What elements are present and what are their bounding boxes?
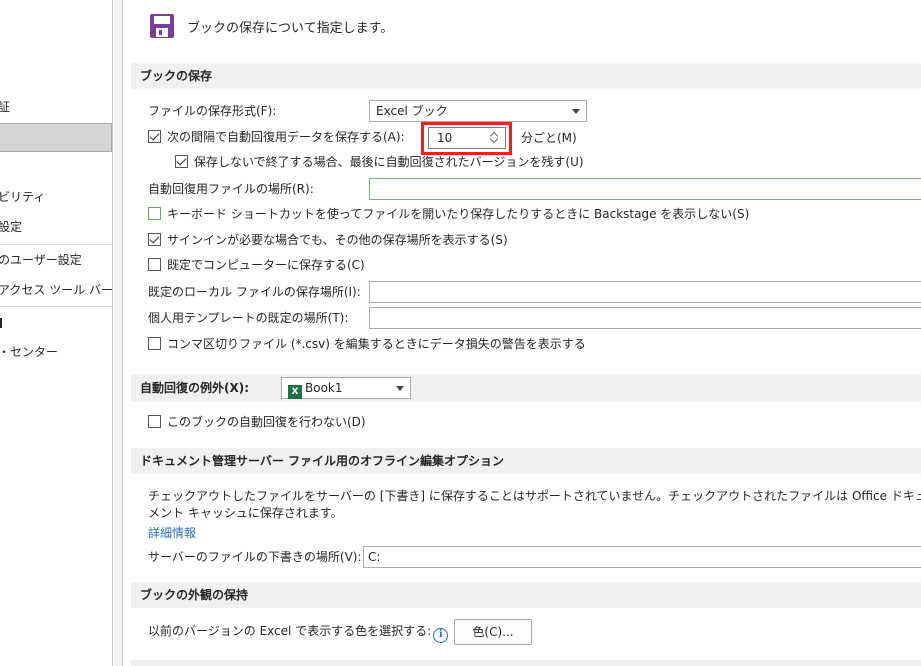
options-sidebar: 証 ビリティ 設定 のユーザー設定 アクセス ツール バー ・センター	[0, 0, 113, 666]
sidebar-item-label: 設定	[0, 220, 23, 234]
autorecover-location-label: 自動回復用ファイルの場所(R):	[148, 178, 314, 200]
spin-arrows-icon[interactable]	[489, 131, 499, 145]
sidebar-item-save[interactable]	[0, 123, 112, 152]
sidebar-item-label: のユーザー設定	[0, 253, 82, 267]
interval-unit-label: 分ごと(M)	[521, 127, 577, 149]
autorecover-exceptions-header: 自動回復の例外(X):	[131, 374, 921, 402]
label-text: 個人用テンプレートの既定の場所(T):	[148, 311, 349, 325]
sidebar-divider	[0, 306, 112, 307]
workbook-dropdown[interactable]: X Book1	[281, 377, 411, 399]
options-content: ブックの保存について指定します。 ブックの保存 ファイルの保存形式(F): Ex…	[122, 0, 921, 666]
sidebar-item-label: ビリティ	[0, 190, 46, 204]
checkbox-label: 既定でコンピューターに保存する(C)	[167, 258, 365, 272]
checkbox-label: このブックの自動回復を行わない(D)	[167, 415, 366, 429]
sidebar-item-accessibility[interactable]: ビリティ	[0, 184, 112, 210]
disable-autorecover-checkbox[interactable]	[148, 415, 161, 428]
info-icon[interactable]: i	[433, 628, 449, 643]
label-text: 以前のバージョンの Excel で表示する色を選択する:	[148, 624, 432, 638]
autorecover-checkbox[interactable]	[148, 130, 161, 143]
save-to-computer-option[interactable]: 既定でコンピューターに保存する(C)	[148, 254, 365, 276]
colors-button[interactable]: 色(C)...	[454, 619, 532, 645]
sidebar-item-proofing[interactable]: 証	[0, 94, 112, 120]
backstage-checkbox[interactable]	[148, 207, 161, 220]
label-text: ファイルの保存形式(F):	[148, 104, 277, 118]
page-header: ブックの保存について指定します。	[149, 12, 393, 40]
autorecover-option[interactable]: 次の間隔で自動回復用データを保存する(A):	[148, 126, 405, 148]
local-location-input[interactable]	[369, 281, 921, 303]
drafts-location-input[interactable]: C:	[363, 546, 921, 568]
sidebar-item-label: 証	[0, 100, 10, 114]
checkbox-label: 保存しないで終了する場合、最後に自動回復されたバージョンを残す(U)	[194, 155, 584, 169]
excel-icon: X	[288, 385, 302, 399]
checkbox-label: サインインが必要な場合でも、その他の保存場所を表示する(S)	[167, 233, 508, 247]
backstage-option[interactable]: キーボード ショートカットを使ってファイルを開いたり保存したりするときに Bac…	[148, 203, 749, 225]
sidebar-item-advanced[interactable]: 設定	[0, 214, 112, 240]
dropdown-value: Book1	[305, 381, 343, 395]
chevron-down-icon	[572, 109, 580, 114]
page-title: ブックの保存について指定します。	[187, 20, 394, 36]
save-format-dropdown[interactable]: Excel ブック	[369, 100, 587, 122]
sidebar-item-addins[interactable]	[0, 310, 112, 336]
sidebar-item-label: ・センター	[0, 345, 59, 359]
sidebar-item-label: アクセス ツール バー	[0, 283, 113, 297]
more-info-link[interactable]: 詳細情報	[148, 522, 196, 544]
save-section-header: ブックの保存	[131, 63, 921, 89]
truncated-glyph	[0, 318, 2, 328]
autorecover-interval-stepper[interactable]: 10	[428, 127, 506, 149]
drafts-location-label: サーバーのファイルの下書きの場所(V):	[148, 546, 362, 568]
template-location-input[interactable]	[369, 307, 921, 329]
save-to-computer-checkbox[interactable]	[148, 258, 161, 271]
pane-gutter	[114, 0, 122, 666]
section-title: 自動回復の例外(X):	[140, 381, 250, 395]
sidebar-item-customize-ribbon[interactable]: のユーザー設定	[0, 247, 112, 273]
signin-locations-checkbox[interactable]	[148, 233, 161, 246]
sidebar-item-trust-center[interactable]: ・センター	[0, 339, 112, 365]
next-section-edge	[131, 660, 921, 666]
checkbox-label: キーボード ショートカットを使ってファイルを開いたり保存したりするときに Bac…	[167, 207, 750, 221]
autorecover-location-input[interactable]	[369, 178, 921, 200]
save-icon	[149, 13, 175, 39]
checkbox-label: 次の間隔で自動回復用データを保存する(A):	[167, 130, 405, 144]
label-text: サーバーのファイルの下書きの場所(V):	[148, 550, 362, 564]
offline-description: チェックアウトしたファイルをサーバーの [下書き] に保存することはサポートされ…	[148, 489, 921, 520]
keep-last-version-checkbox[interactable]	[175, 155, 188, 168]
keep-last-version-option[interactable]: 保存しないで終了する場合、最後に自動回復されたバージョンを残す(U)	[175, 151, 584, 173]
colors-option: 以前のバージョンの Excel で表示する色を選択する: i	[148, 620, 449, 643]
csv-warning-checkbox[interactable]	[148, 337, 161, 350]
local-location-label: 既定のローカル ファイルの保存場所(I):	[148, 281, 361, 303]
template-location-label: 個人用テンプレートの既定の場所(T):	[148, 307, 348, 329]
checkbox-label: コンマ区切りファイル (*.csv) を編集するときにデータ損失の警告を表示する	[167, 337, 586, 351]
label-text: 分ごと(M)	[521, 131, 577, 145]
label-text: 自動回復用ファイルの場所(R):	[148, 182, 314, 196]
stepper-value: 10	[437, 131, 453, 145]
signin-locations-option[interactable]: サインインが必要な場合でも、その他の保存場所を表示する(S)	[148, 229, 508, 251]
sidebar-divider	[0, 244, 112, 245]
label-text: 既定のローカル ファイルの保存場所(I):	[148, 285, 361, 299]
offline-editing-header: ドキュメント管理サーバー ファイル用のオフライン編集オプション	[131, 448, 921, 474]
disable-autorecover-option[interactable]: このブックの自動回復を行わない(D)	[148, 411, 366, 433]
dropdown-value: Excel ブック	[376, 104, 448, 118]
appearance-header: ブックの外観の保持	[131, 582, 921, 608]
save-format-label: ファイルの保存形式(F):	[148, 100, 276, 122]
sidebar-item-quick-access-toolbar[interactable]: アクセス ツール バー	[0, 277, 112, 303]
chevron-down-icon	[396, 386, 404, 391]
csv-warning-option[interactable]: コンマ区切りファイル (*.csv) を編集するときにデータ損失の警告を表示する	[148, 333, 586, 355]
